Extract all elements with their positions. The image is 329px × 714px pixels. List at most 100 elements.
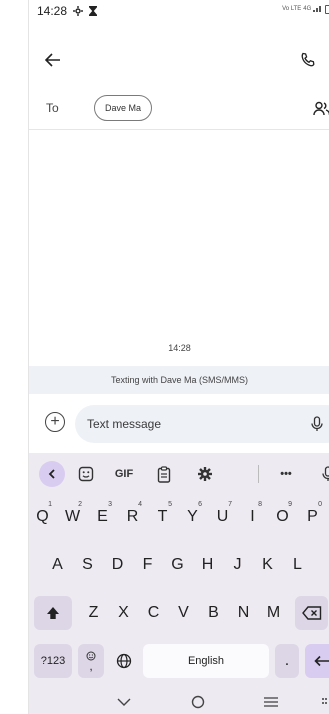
- key-row-4: ?123 , English .: [29, 641, 329, 681]
- message-input[interactable]: [87, 405, 287, 443]
- space-bar[interactable]: English: [143, 644, 269, 678]
- key-q[interactable]: Q1: [30, 500, 55, 534]
- add-people-icon[interactable]: [310, 97, 329, 121]
- signal-label: 4G: [303, 6, 312, 12]
- key-g[interactable]: G: [165, 548, 190, 582]
- backspace-key[interactable]: [295, 596, 328, 630]
- settings-status-icon: [73, 6, 84, 16]
- key-z[interactable]: Z: [81, 596, 106, 630]
- more-options-icon[interactable]: •••: [273, 462, 299, 486]
- key-label: P: [307, 508, 318, 525]
- key-c[interactable]: C: [141, 596, 166, 630]
- emoji-sticker-icon[interactable]: [73, 462, 99, 486]
- shift-icon: [47, 607, 59, 619]
- key-hint: 2: [78, 501, 82, 508]
- status-right-icons: Vo LTE 4G 70: [282, 4, 329, 14]
- key-n[interactable]: N: [231, 596, 256, 630]
- toolbar-divider: [258, 465, 259, 483]
- settings-gear-icon[interactable]: [192, 462, 218, 486]
- key-y[interactable]: Y6: [180, 500, 205, 534]
- key-hint: 8: [258, 501, 262, 508]
- key-d[interactable]: D: [105, 548, 130, 582]
- key-hint: 6: [198, 501, 202, 508]
- key-k[interactable]: K: [255, 548, 280, 582]
- key-l[interactable]: L: [285, 548, 310, 582]
- shift-key[interactable]: [34, 596, 72, 630]
- gif-button[interactable]: GIF: [108, 462, 140, 486]
- clipboard-icon[interactable]: [151, 462, 177, 486]
- key-hint: 5: [168, 501, 172, 508]
- signal-icon: [313, 4, 323, 14]
- key-label: E: [97, 508, 108, 525]
- enter-arrow-icon: [314, 655, 329, 667]
- key-hint: 0: [318, 501, 322, 508]
- status-bar: 14:28 Vo LTE 4G 70: [29, 0, 329, 22]
- key-j[interactable]: J: [225, 548, 250, 582]
- status-time: 14:28: [37, 4, 68, 18]
- top-app-bar: [29, 40, 329, 80]
- key-p[interactable]: P0: [300, 500, 325, 534]
- key-hint: 3: [108, 501, 112, 508]
- symbols-key[interactable]: ?123: [34, 644, 72, 678]
- hourglass-status-icon: [89, 6, 98, 16]
- key-row-2: A S D F G H J K L: [29, 545, 329, 585]
- key-label: I: [250, 508, 255, 525]
- home-icon[interactable]: [186, 690, 210, 714]
- key-o[interactable]: O9: [270, 500, 295, 534]
- key-hint: 1: [48, 501, 52, 508]
- hide-keyboard-icon[interactable]: [112, 690, 136, 714]
- key-s[interactable]: S: [75, 548, 100, 582]
- add-attachment-icon[interactable]: +: [45, 412, 65, 432]
- key-v[interactable]: V: [171, 596, 196, 630]
- collapse-toolbar-icon[interactable]: [39, 461, 65, 487]
- messages-screen: 14:28 Vo LTE 4G 70 To Dave Ma: [28, 0, 329, 714]
- keyboard-toolbar: GIF •••: [29, 453, 329, 495]
- language-key[interactable]: [111, 644, 137, 678]
- microphone-icon[interactable]: [307, 414, 327, 434]
- system-nav-bar: [29, 690, 329, 714]
- key-x[interactable]: X: [111, 596, 136, 630]
- key-hint: 7: [228, 501, 232, 508]
- keyboard: GIF ••• Q1 W2 E3 R4 T5 Y6 U7 I8 O9 P0 A …: [29, 453, 329, 714]
- emoji-comma-key[interactable]: ,: [78, 644, 104, 678]
- key-w[interactable]: W2: [60, 500, 85, 534]
- key-label: W: [64, 508, 81, 525]
- key-f[interactable]: F: [135, 548, 160, 582]
- backspace-icon: [301, 606, 321, 620]
- key-h[interactable]: H: [195, 548, 220, 582]
- key-i[interactable]: I8: [240, 500, 265, 534]
- key-label: T: [157, 508, 168, 525]
- key-r[interactable]: R4: [120, 500, 145, 534]
- key-a[interactable]: A: [45, 548, 70, 582]
- to-label: To: [46, 101, 59, 115]
- key-label: O: [276, 508, 289, 525]
- message-field[interactable]: [75, 405, 329, 443]
- voice-input-icon[interactable]: [315, 462, 329, 486]
- phone-call-icon[interactable]: [296, 48, 320, 72]
- key-row-3: Z X C V B N M: [29, 593, 329, 633]
- comma-label: ,: [89, 659, 93, 673]
- sms-info-banner: Texting with Dave Ma (SMS/MMS): [29, 366, 329, 394]
- key-label: Y: [187, 508, 198, 525]
- key-label: R: [126, 508, 139, 525]
- key-t[interactable]: T5: [150, 500, 175, 534]
- conversation-timestamp: 14:28: [168, 343, 191, 353]
- recipient-chip[interactable]: Dave Ma: [94, 95, 153, 121]
- key-label: U: [216, 508, 229, 525]
- key-m[interactable]: M: [261, 596, 286, 630]
- period-key[interactable]: .: [275, 644, 299, 678]
- key-row-1: Q1 W2 E3 R4 T5 Y6 U7 I8 O9 P0: [29, 497, 329, 537]
- recipient-row: To Dave Ma: [29, 88, 329, 130]
- key-u[interactable]: U7: [210, 500, 235, 534]
- enter-key[interactable]: [305, 644, 329, 678]
- network-label: Vo LTE: [282, 6, 302, 12]
- globe-icon: [116, 653, 132, 669]
- back-arrow-icon[interactable]: [41, 48, 65, 72]
- key-label: Q: [36, 508, 49, 525]
- recents-menu-icon[interactable]: [259, 690, 283, 714]
- battery-icon: 70: [325, 4, 329, 14]
- key-b[interactable]: B: [201, 596, 226, 630]
- key-e[interactable]: E3: [90, 500, 115, 534]
- compose-bar: +: [29, 400, 329, 444]
- keyboard-switch-icon[interactable]: [321, 690, 329, 714]
